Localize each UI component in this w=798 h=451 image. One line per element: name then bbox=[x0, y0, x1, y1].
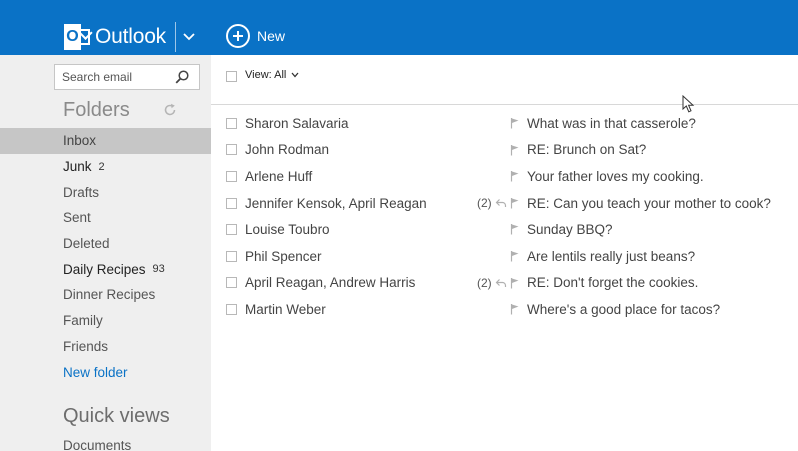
thread-count: (2) bbox=[477, 196, 492, 211]
folder-daily-recipes[interactable]: Daily Recipes 93 bbox=[0, 256, 211, 282]
folder-junk[interactable]: Junk 2 bbox=[0, 154, 211, 180]
thread-count: (2) bbox=[477, 275, 492, 290]
folder-label: Dinner Recipes bbox=[63, 287, 156, 303]
message-list: Sharon Salavaria What was in that casser… bbox=[211, 110, 798, 323]
message-row[interactable]: Sharon Salavaria What was in that casser… bbox=[211, 110, 798, 137]
reply-icon bbox=[495, 278, 507, 287]
sidebar: Folders Inbox Junk 2 Drafts Sent Deleted… bbox=[0, 55, 211, 451]
folder-label: Drafts bbox=[63, 184, 100, 200]
new-folder-link[interactable]: New folder bbox=[0, 359, 211, 385]
brand-divider bbox=[174, 22, 176, 52]
message-checkbox[interactable] bbox=[226, 224, 237, 236]
flag-icon[interactable] bbox=[510, 303, 520, 315]
message-subject: What was in that casserole? bbox=[527, 115, 696, 131]
message-subject: Your father loves my cooking. bbox=[527, 168, 704, 184]
message-subject: RE: Don't forget the cookies. bbox=[527, 275, 699, 291]
message-sender: Arlene Huff bbox=[245, 168, 313, 184]
message-checkbox[interactable] bbox=[226, 277, 237, 289]
refresh-icon[interactable] bbox=[163, 103, 177, 117]
message-row[interactable]: April Reagan, Andrew Harris (2) RE: Don'… bbox=[211, 270, 798, 297]
search-input[interactable] bbox=[62, 70, 174, 84]
message-subject: Are lentils really just beans? bbox=[527, 248, 696, 264]
message-subject: RE: Can you teach your mother to cook? bbox=[527, 195, 771, 211]
message-sender: John Rodman bbox=[245, 142, 330, 158]
message-checkbox[interactable] bbox=[226, 303, 237, 315]
view-filter-dropdown[interactable]: View: All bbox=[245, 69, 299, 81]
folder-dinner-recipes[interactable]: Dinner Recipes bbox=[0, 282, 211, 308]
quick-view-documents[interactable]: Documents bbox=[63, 438, 131, 451]
message-row[interactable]: Jennifer Kensok, April Reagan (2) RE: Ca… bbox=[211, 190, 798, 217]
reply-icon bbox=[495, 198, 507, 207]
message-sender: Jennifer Kensok, April Reagan bbox=[245, 195, 427, 211]
folder-label: Deleted bbox=[63, 236, 110, 252]
folder-label: Inbox bbox=[63, 133, 97, 149]
flag-icon[interactable] bbox=[510, 197, 520, 209]
message-sender: Sharon Salavaria bbox=[245, 115, 349, 131]
folder-list: Inbox Junk 2 Drafts Sent Deleted Daily R… bbox=[0, 128, 211, 385]
plus-circle-icon bbox=[226, 24, 250, 48]
unread-count: 2 bbox=[98, 160, 105, 173]
flag-icon[interactable] bbox=[510, 277, 520, 289]
message-checkbox[interactable] bbox=[226, 117, 237, 129]
view-filter-label: View: All bbox=[245, 69, 287, 81]
folder-label: New folder bbox=[63, 364, 128, 380]
message-checkbox[interactable] bbox=[226, 144, 237, 156]
new-label: New bbox=[257, 28, 286, 44]
folder-label: Family bbox=[63, 313, 103, 329]
app-name: Outlook bbox=[95, 25, 166, 48]
message-row[interactable]: Phil Spencer Are lentils really just bea… bbox=[211, 243, 798, 270]
folder-label: Friends bbox=[63, 338, 109, 354]
folder-deleted[interactable]: Deleted bbox=[0, 231, 211, 257]
message-checkbox[interactable] bbox=[226, 170, 237, 182]
message-sender: April Reagan, Andrew Harris bbox=[245, 275, 416, 291]
message-row[interactable]: Arlene Huff Your father loves my cooking… bbox=[211, 163, 798, 190]
search-icon[interactable] bbox=[175, 70, 189, 84]
message-checkbox[interactable] bbox=[226, 250, 237, 262]
folder-drafts[interactable]: Drafts bbox=[0, 179, 211, 205]
folders-heading: Folders bbox=[63, 99, 130, 121]
flag-icon[interactable] bbox=[510, 117, 520, 129]
message-subject: Where's a good place for tacos? bbox=[527, 301, 721, 317]
brand[interactable]: O Outlook bbox=[64, 22, 196, 52]
chevron-down-icon bbox=[291, 72, 299, 78]
message-sender: Louise Toubro bbox=[245, 222, 330, 238]
message-sender: Martin Weber bbox=[245, 301, 326, 317]
folder-inbox[interactable]: Inbox bbox=[0, 128, 211, 154]
message-checkbox[interactable] bbox=[226, 197, 237, 209]
flag-icon[interactable] bbox=[510, 170, 520, 182]
flag-icon[interactable] bbox=[510, 144, 520, 156]
folder-friends[interactable]: Friends bbox=[0, 334, 211, 360]
select-all-checkbox[interactable] bbox=[226, 71, 237, 82]
chevron-down-icon[interactable] bbox=[182, 30, 196, 44]
folder-label: Junk bbox=[63, 159, 92, 175]
message-list-toolbar: View: All bbox=[211, 55, 798, 105]
message-row[interactable]: Louise Toubro Sunday BBQ? bbox=[211, 216, 798, 243]
new-message-button[interactable]: New bbox=[226, 24, 285, 48]
message-row[interactable]: Martin Weber Where's a good place for ta… bbox=[211, 296, 798, 323]
outlook-logo-icon: O bbox=[64, 24, 90, 50]
flag-icon[interactable] bbox=[510, 223, 520, 235]
message-sender: Phil Spencer bbox=[245, 248, 322, 264]
quick-views-heading: Quick views bbox=[63, 405, 170, 427]
folder-family[interactable]: Family bbox=[0, 308, 211, 334]
folder-label: Daily Recipes bbox=[63, 261, 146, 277]
unread-count: 93 bbox=[152, 263, 165, 276]
top-bar: O Outlook New bbox=[0, 0, 798, 55]
message-subject: Sunday BBQ? bbox=[527, 222, 613, 238]
search-box bbox=[54, 64, 200, 90]
message-row[interactable]: John Rodman RE: Brunch on Sat? bbox=[211, 137, 798, 164]
message-subject: RE: Brunch on Sat? bbox=[527, 142, 647, 158]
folder-sent[interactable]: Sent bbox=[0, 205, 211, 231]
folder-label: Sent bbox=[63, 210, 91, 226]
flag-icon[interactable] bbox=[510, 250, 520, 262]
